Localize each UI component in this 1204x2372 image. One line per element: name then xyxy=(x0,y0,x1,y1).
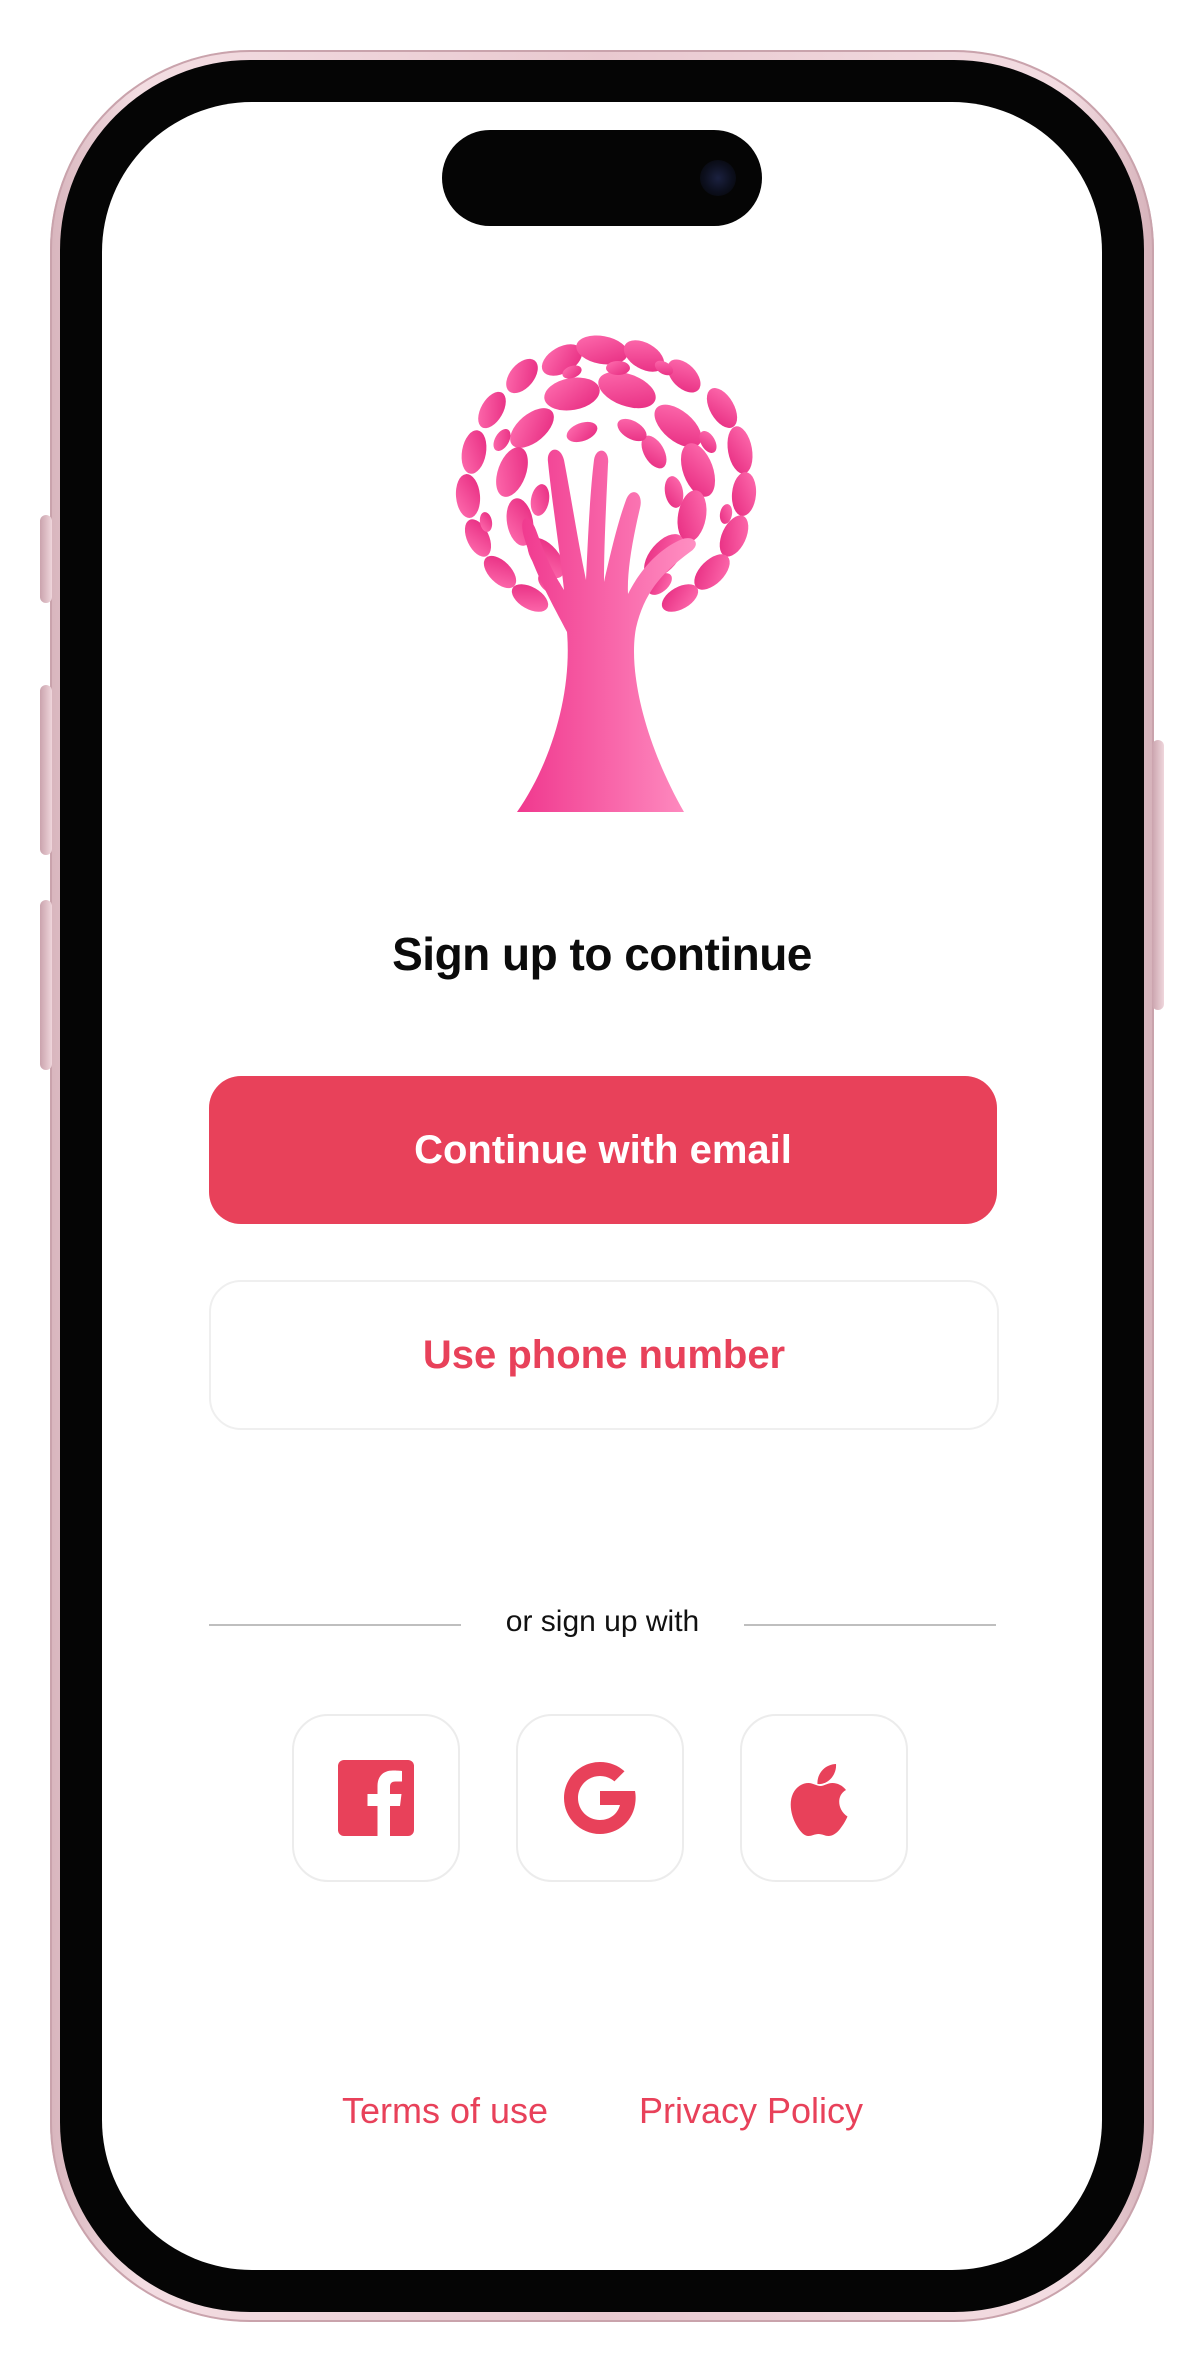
leaf xyxy=(544,377,600,411)
page-title: Sign up to continue xyxy=(392,928,812,980)
divider-left xyxy=(209,1624,461,1626)
tree-hand-logo xyxy=(455,335,757,812)
leaf xyxy=(461,430,487,474)
continue-with-email-button[interactable]: Continue with email xyxy=(209,1076,997,1224)
volume-down-button xyxy=(40,900,52,1070)
volume-up-button xyxy=(40,685,52,855)
use-phone-number-label: Use phone number xyxy=(422,1332,786,1377)
device-frame: Sign up to continue Continue with email … xyxy=(0,0,1204,2372)
google-signup-button[interactable] xyxy=(516,1714,684,1882)
continue-with-email-label: Continue with email xyxy=(414,1127,792,1172)
leaf xyxy=(719,515,749,557)
leaf xyxy=(530,484,550,516)
action-button xyxy=(40,515,52,603)
privacy-policy-link[interactable]: Privacy Policy xyxy=(639,2090,863,2132)
app-screen: Sign up to continue Continue with email … xyxy=(102,102,1102,2270)
leaf xyxy=(496,447,528,497)
divider-right xyxy=(744,1624,996,1626)
use-phone-number-button[interactable]: Use phone number xyxy=(209,1280,999,1430)
power-button xyxy=(1152,740,1164,1010)
leaf xyxy=(506,358,538,394)
camera-icon xyxy=(700,160,736,196)
apple-icon xyxy=(790,1764,848,1836)
leaf xyxy=(727,426,753,474)
divider-text: or sign up with xyxy=(505,1605,700,1638)
dynamic-island xyxy=(442,130,762,226)
leaf xyxy=(510,408,554,448)
leaf xyxy=(455,474,481,518)
apple-signup-button[interactable] xyxy=(740,1714,908,1882)
facebook-signup-button[interactable] xyxy=(292,1714,460,1882)
leaf xyxy=(478,391,506,429)
google-icon xyxy=(564,1762,636,1834)
leaf xyxy=(566,421,598,443)
terms-of-use-link[interactable]: Terms of use xyxy=(342,2090,548,2132)
facebook-icon xyxy=(338,1760,414,1836)
leaf xyxy=(667,359,701,393)
leaf xyxy=(606,361,630,375)
leaf xyxy=(731,472,757,516)
leaf xyxy=(706,388,738,428)
